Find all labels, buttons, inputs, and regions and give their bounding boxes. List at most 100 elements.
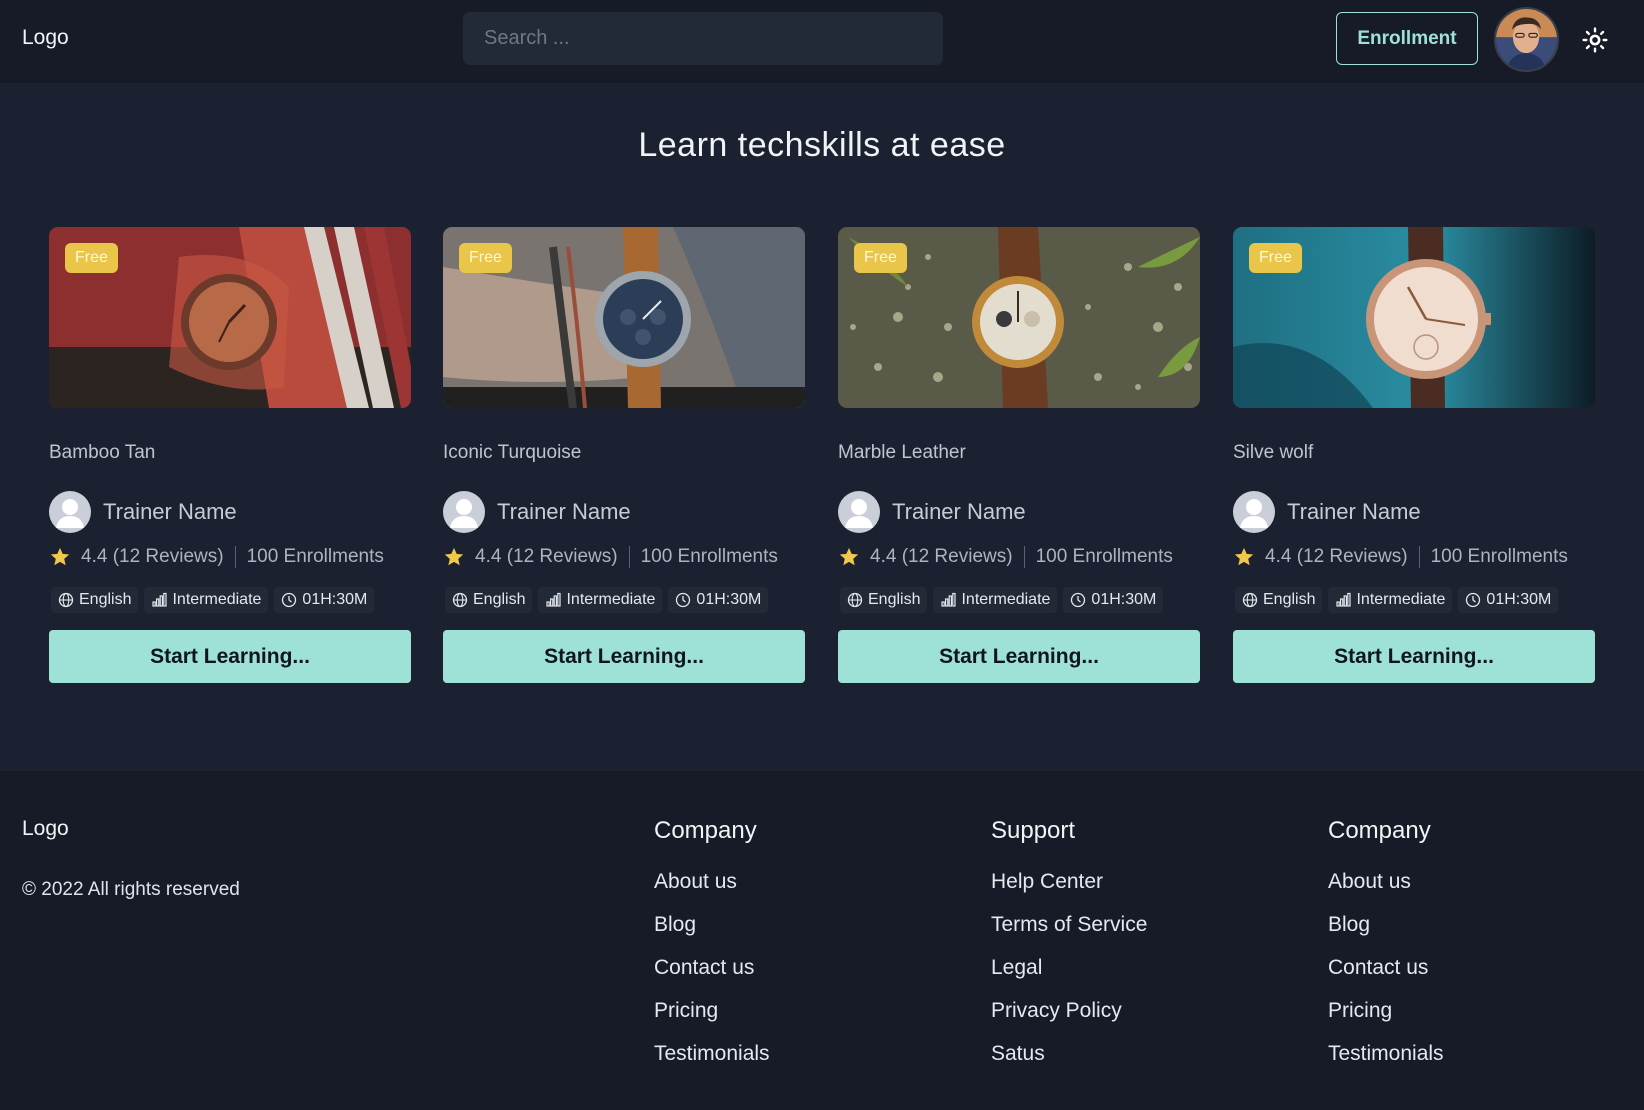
footer-link-legal[interactable]: Legal	[991, 954, 1147, 997]
globe-icon	[58, 592, 74, 608]
price-badge: Free	[459, 243, 512, 273]
bar-chart-icon	[941, 592, 957, 607]
footer-link-testimonials[interactable]: Testimonials	[654, 1040, 770, 1083]
trainer-avatar-icon	[1233, 491, 1275, 533]
enrollment-count: 100 Enrollments	[1430, 546, 1568, 567]
clock-icon	[676, 592, 691, 608]
divider	[628, 546, 630, 568]
logo[interactable]: Logo	[22, 26, 69, 50]
course-card[interactable]: Free Silve wolf Trainer Name 4.4 (12 Rev…	[1233, 227, 1595, 683]
trainer-name: Trainer Name	[103, 499, 237, 524]
trainer-info: Trainer Name	[49, 491, 237, 533]
footer-link-testimonials[interactable]: Testimonials	[1328, 1040, 1444, 1083]
footer-logo[interactable]: Logo	[22, 817, 69, 841]
level-label: Intermediate	[566, 591, 656, 608]
footer-link-privacy[interactable]: Privacy Policy	[991, 997, 1147, 1040]
language-tag: English	[51, 587, 139, 613]
sun-icon	[1582, 27, 1608, 53]
course-thumbnail[interactable]: Free	[1233, 227, 1595, 408]
clock-icon	[1071, 592, 1086, 608]
user-avatar[interactable]	[1494, 7, 1559, 72]
duration-tag: 01H:30M	[274, 587, 375, 613]
footer-link-blog[interactable]: Blog	[654, 911, 770, 954]
duration-label: 01H:30M	[696, 591, 762, 608]
footer-column-support: Support Help Center Terms of Service Leg…	[991, 817, 1147, 1083]
footer-link-pricing[interactable]: Pricing	[654, 997, 770, 1040]
footer-link-blog[interactable]: Blog	[1328, 911, 1444, 954]
language-label: English	[868, 591, 921, 608]
divider	[1023, 546, 1025, 568]
course-meta: 4.4 (12 Reviews) 100 Enrollments	[49, 546, 384, 568]
trainer-info: Trainer Name	[443, 491, 631, 533]
globe-icon	[1242, 592, 1258, 608]
start-learning-button[interactable]: Start Learning...	[443, 630, 805, 683]
trainer-info: Trainer Name	[1233, 491, 1421, 533]
star-icon	[50, 547, 70, 566]
footer-link-terms[interactable]: Terms of Service	[991, 911, 1147, 954]
course-title[interactable]: Marble Leather	[838, 442, 966, 464]
star-icon	[1234, 547, 1254, 566]
footer-link-help-center[interactable]: Help Center	[991, 868, 1147, 911]
course-card[interactable]: Free Marble Leather Trainer Name 4.4 (12…	[838, 227, 1200, 683]
course-thumbnail[interactable]: Free	[838, 227, 1200, 408]
footer-link-contact[interactable]: Contact us	[654, 954, 770, 997]
rating-text: 4.4 (12 Reviews)	[870, 546, 1013, 567]
footer-link-about[interactable]: About us	[1328, 868, 1444, 911]
trainer-info: Trainer Name	[838, 491, 1026, 533]
footer: Logo © 2022 All rights reserved Company …	[0, 771, 1644, 1110]
course-title[interactable]: Silve wolf	[1233, 442, 1313, 464]
start-learning-button[interactable]: Start Learning...	[1233, 630, 1595, 683]
enrollment-count: 100 Enrollments	[1035, 546, 1173, 567]
level-tag: Intermediate	[933, 587, 1058, 613]
price-badge: Free	[854, 243, 907, 273]
course-title[interactable]: Bamboo Tan	[49, 442, 155, 464]
clock-icon	[282, 592, 297, 608]
top-navbar: Logo Enrollment	[0, 0, 1644, 83]
duration-label: 01H:30M	[302, 591, 368, 608]
language-label: English	[473, 591, 526, 608]
duration-tag: 01H:30M	[1458, 587, 1559, 613]
trainer-name: Trainer Name	[1287, 499, 1421, 524]
star-icon	[444, 547, 464, 566]
course-meta: 4.4 (12 Reviews) 100 Enrollments	[443, 546, 778, 568]
footer-link-contact[interactable]: Contact us	[1328, 954, 1444, 997]
start-learning-button[interactable]: Start Learning...	[838, 630, 1200, 683]
globe-icon	[452, 592, 468, 608]
course-tags: English Intermediate 01H:30M	[1235, 587, 1559, 613]
divider	[234, 546, 236, 568]
footer-link-about[interactable]: About us	[654, 868, 770, 911]
footer-link-status[interactable]: Satus	[991, 1040, 1147, 1083]
footer-column-company-2: Company About us Blog Contact us Pricing…	[1328, 817, 1444, 1083]
level-label: Intermediate	[172, 591, 262, 608]
rating-text: 4.4 (12 Reviews)	[475, 546, 618, 567]
duration-tag: 01H:30M	[668, 587, 769, 613]
level-tag: Intermediate	[144, 587, 269, 613]
course-card[interactable]: Free Bamboo Tan Trainer Name 4.4 (12 Rev…	[49, 227, 411, 683]
course-meta: 4.4 (12 Reviews) 100 Enrollments	[1233, 546, 1568, 568]
enrollment-button[interactable]: Enrollment	[1336, 12, 1478, 65]
duration-label: 01H:30M	[1091, 591, 1157, 608]
footer-link-pricing[interactable]: Pricing	[1328, 997, 1444, 1040]
page-title: Learn techskills at ease	[638, 126, 1006, 164]
start-learning-button[interactable]: Start Learning...	[49, 630, 411, 683]
language-tag: English	[445, 587, 533, 613]
course-title[interactable]: Iconic Turquoise	[443, 442, 581, 464]
bar-chart-icon	[546, 592, 562, 607]
avatar-photo	[1496, 9, 1557, 70]
course-thumbnail[interactable]: Free	[49, 227, 411, 408]
bar-chart-icon	[1336, 592, 1352, 607]
rating-text: 4.4 (12 Reviews)	[1265, 546, 1408, 567]
trainer-avatar-icon	[443, 491, 485, 533]
duration-tag: 01H:30M	[1063, 587, 1164, 613]
course-thumbnail[interactable]: Free	[443, 227, 805, 408]
language-tag: English	[840, 587, 928, 613]
footer-column-company: Company About us Blog Contact us Pricing…	[654, 817, 770, 1083]
course-tags: English Intermediate 01H:30M	[51, 587, 375, 613]
clock-icon	[1466, 592, 1481, 608]
theme-toggle[interactable]	[1580, 25, 1610, 55]
course-card[interactable]: Free Iconic Turquoise Trainer Name 4.4 (…	[443, 227, 805, 683]
trainer-name: Trainer Name	[892, 499, 1026, 524]
language-tag: English	[1235, 587, 1323, 613]
search-input[interactable]	[463, 12, 943, 65]
course-tags: English Intermediate 01H:30M	[445, 587, 769, 613]
